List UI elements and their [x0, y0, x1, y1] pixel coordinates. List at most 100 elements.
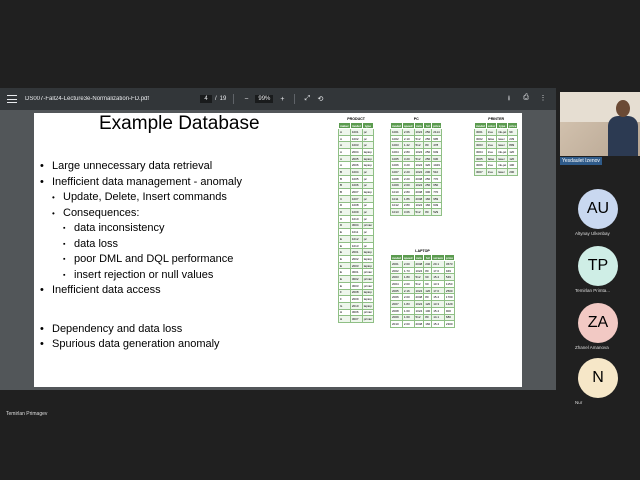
table-cell: 320	[423, 161, 433, 170]
table-cell: pc	[361, 214, 375, 223]
table-cell: F	[338, 295, 351, 303]
table-cell: 1700	[443, 293, 456, 302]
table-cell: 1013	[349, 241, 363, 250]
menu-icon[interactable]	[7, 95, 17, 103]
table-cell: 2.00	[401, 260, 415, 268]
rotate-icon[interactable]: ⟲	[315, 95, 325, 103]
table-cell: 1001	[390, 128, 403, 136]
table-row: E 1013 pc	[338, 241, 375, 250]
table-cell: 900	[443, 306, 456, 315]
table-row: 3004 true ink-jet 120	[474, 148, 519, 156]
table-row: D 1009 pc	[338, 208, 375, 216]
participant-name: Nur	[575, 400, 583, 405]
table-row: 2002 1.73 1024 80 17.0 949	[390, 266, 456, 275]
table-cell: 160	[423, 194, 433, 203]
table-cell: pc	[361, 194, 375, 203]
bullet-item: Update, Delete, Insert commands	[40, 190, 242, 206]
table-cell: 250	[423, 174, 433, 183]
table-cell: 1.60	[401, 306, 415, 315]
table-row: B 2007 laptop	[338, 188, 375, 196]
page-total: 19	[219, 96, 227, 102]
table-cell: 15.4	[431, 273, 445, 282]
zoom-out-icon[interactable]: −	[241, 96, 251, 103]
table-cell: 899	[507, 141, 519, 150]
page-controls: 4 / 19 − 99% + ⤢ ⟲	[200, 94, 325, 104]
toolbar-right: ⭳ ⎙ ⋮	[504, 94, 548, 105]
table-cell: printer	[361, 315, 375, 323]
table-row: 2005 2.16 1024 120 17.0 2500	[390, 286, 456, 295]
table-row: E 2001 laptop	[338, 248, 375, 257]
table-cell: laser	[496, 168, 509, 176]
table-cell: 3.06	[401, 208, 415, 216]
table-cell: 1008	[390, 174, 403, 183]
table-cell: E	[338, 268, 351, 277]
table-cell: 1007	[349, 194, 363, 203]
table-cell: 2.00	[401, 320, 415, 328]
table-cell: 3673	[443, 260, 456, 268]
table-cell: 240	[423, 260, 433, 268]
table-cell: true	[485, 161, 498, 170]
table-cell: 1024	[413, 201, 425, 210]
table-row: 2003 1.80 512 60 15.4 549	[390, 273, 456, 282]
table-cell: 3006	[474, 161, 487, 170]
table-cell: 1005	[390, 154, 403, 163]
pdf-toolbar: DS007-Fall24-Lecture3e-Normalization-FD.…	[0, 88, 556, 110]
table-cell: 649	[431, 148, 443, 156]
table-cell: 2.00	[401, 280, 415, 288]
table-row: E 3003 printer	[338, 281, 375, 290]
table-cell: E	[338, 261, 351, 270]
table-cell: 13.3	[431, 300, 445, 308]
printer-table: PRINTER model color type price 3001 true ink-je…	[474, 117, 519, 176]
table-cell: 1024	[413, 266, 425, 275]
meeting-window: DS007-Fall24-Lecture3e-Normalization-FD.…	[0, 0, 640, 480]
table-cell: 1024	[413, 181, 425, 190]
active-speaker-name: Temirlan Primagev	[6, 411, 48, 417]
table-cell: 2048	[413, 320, 425, 328]
table-cell: 2.00	[401, 181, 415, 190]
table-cell: A	[338, 134, 351, 143]
table-cell: 1011	[390, 194, 403, 203]
table-cell: 300	[423, 188, 433, 196]
table-cell: 2008	[349, 288, 363, 297]
participant-avatar[interactable]: AU	[578, 189, 618, 229]
table-row: H 3007 printer	[338, 315, 375, 323]
table-cell: A	[338, 141, 351, 150]
table-cell: laptop	[361, 295, 375, 303]
participant-avatar[interactable]: ZA	[578, 303, 618, 343]
table-row: 3002 false laser 239	[474, 134, 519, 143]
participant-name: Zhanel Amanova	[575, 345, 609, 350]
participant-avatar[interactable]: N	[578, 358, 618, 398]
table-cell: 100	[423, 306, 433, 315]
page-number-input[interactable]: 4	[200, 95, 212, 103]
table-cell: 2.80	[401, 148, 415, 156]
print-icon[interactable]: ⎙	[521, 94, 531, 105]
table-cell: 3003	[474, 141, 487, 150]
table-cell: G	[338, 301, 351, 310]
table-cell: 2.10	[401, 134, 415, 143]
zoom-level-input[interactable]: 99%	[255, 95, 274, 103]
table-cell: 2004	[390, 280, 403, 288]
table-cell: true	[485, 168, 498, 176]
table-row: E 3002 printer	[338, 275, 375, 283]
table-cell: pc	[361, 235, 375, 243]
more-options-icon[interactable]: ⋮	[538, 94, 548, 105]
table-cell: 2048	[413, 194, 425, 203]
download-icon[interactable]: ⭳	[504, 94, 514, 105]
table-cell: 1024	[413, 300, 425, 308]
table-cell: 100	[507, 161, 519, 170]
bullet-item: Consequences:	[40, 206, 242, 222]
table-cell: pc	[361, 241, 375, 250]
fit-page-icon[interactable]: ⤢	[302, 95, 312, 103]
table-cell: pc	[361, 134, 375, 143]
table-row: 2007 1.83 1024 120 13.3 1429	[390, 300, 456, 308]
table-row: 1005 3.20 512 250 630	[390, 154, 443, 163]
table-cell: 1002	[349, 134, 363, 143]
participant-avatar[interactable]: TP	[578, 246, 618, 286]
zoom-in-icon[interactable]: +	[277, 96, 287, 103]
table-cell: laptop	[361, 288, 375, 297]
table-cell: laptop	[361, 148, 375, 156]
table-row: 3005 false laser 120	[474, 154, 519, 163]
table-cell: 478	[431, 141, 443, 150]
pdf-filename: DS007-Fall24-Lecture3e-Normalization-FD.…	[25, 96, 150, 102]
table-cell: B	[338, 168, 351, 176]
